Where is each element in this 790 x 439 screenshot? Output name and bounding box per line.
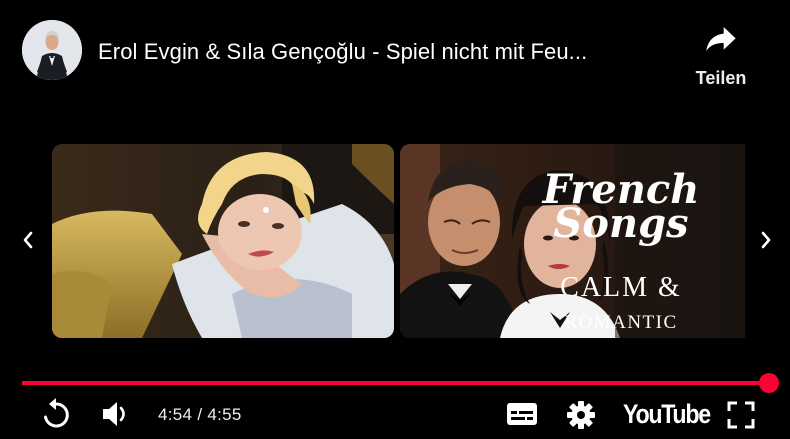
thumbnail-text-line2: Songs [553,200,689,247]
chevron-left-icon [23,231,33,249]
settings-button[interactable] [566,400,596,435]
progress-fill [22,381,769,385]
replay-button[interactable] [40,398,72,435]
chevron-right-icon [761,231,771,249]
fullscreen-icon [727,401,755,429]
time-separator: / [197,405,203,424]
suggested-video-thumbnail-2[interactable]: French Songs CALM & ROMANTIC [400,144,745,338]
suggested-video-thumbnail-1[interactable] [52,144,394,338]
volume-icon [103,402,125,426]
carousel-next-button[interactable] [754,226,778,254]
current-time: 4:54 [158,405,193,424]
carousel-prev-button[interactable] [16,226,40,254]
share-arrow-icon [706,27,736,51]
share-button[interactable]: Teilen [688,22,754,92]
fullscreen-button[interactable] [727,401,755,434]
duration: 4:55 [207,405,242,424]
subtitles-icon [507,403,537,425]
thumbnail-text-line4: ROMANTIC [564,312,678,333]
volume-button[interactable] [100,399,130,434]
time-display: 4:54 / 4:55 [158,405,242,425]
progress-scrubber-handle[interactable] [759,373,779,393]
avatar-image [22,20,82,80]
video-player-end-screen: Erol Evgin & Sıla Gençoğlu - Spiel nicht… [0,0,790,439]
woman-portrait-image [52,144,394,338]
subtitles-button[interactable] [506,401,538,432]
thumbnail-text-line3: CALM & [560,272,682,303]
progress-bar[interactable] [22,373,779,393]
gear-icon [567,401,595,429]
video-title[interactable]: Erol Evgin & Sıla Gençoğlu - Spiel nicht… [98,38,678,66]
replay-icon [44,398,69,428]
youtube-logo-button[interactable]: YouTube [623,399,711,430]
share-label: Teilen [695,68,747,88]
channel-avatar[interactable] [22,20,82,80]
